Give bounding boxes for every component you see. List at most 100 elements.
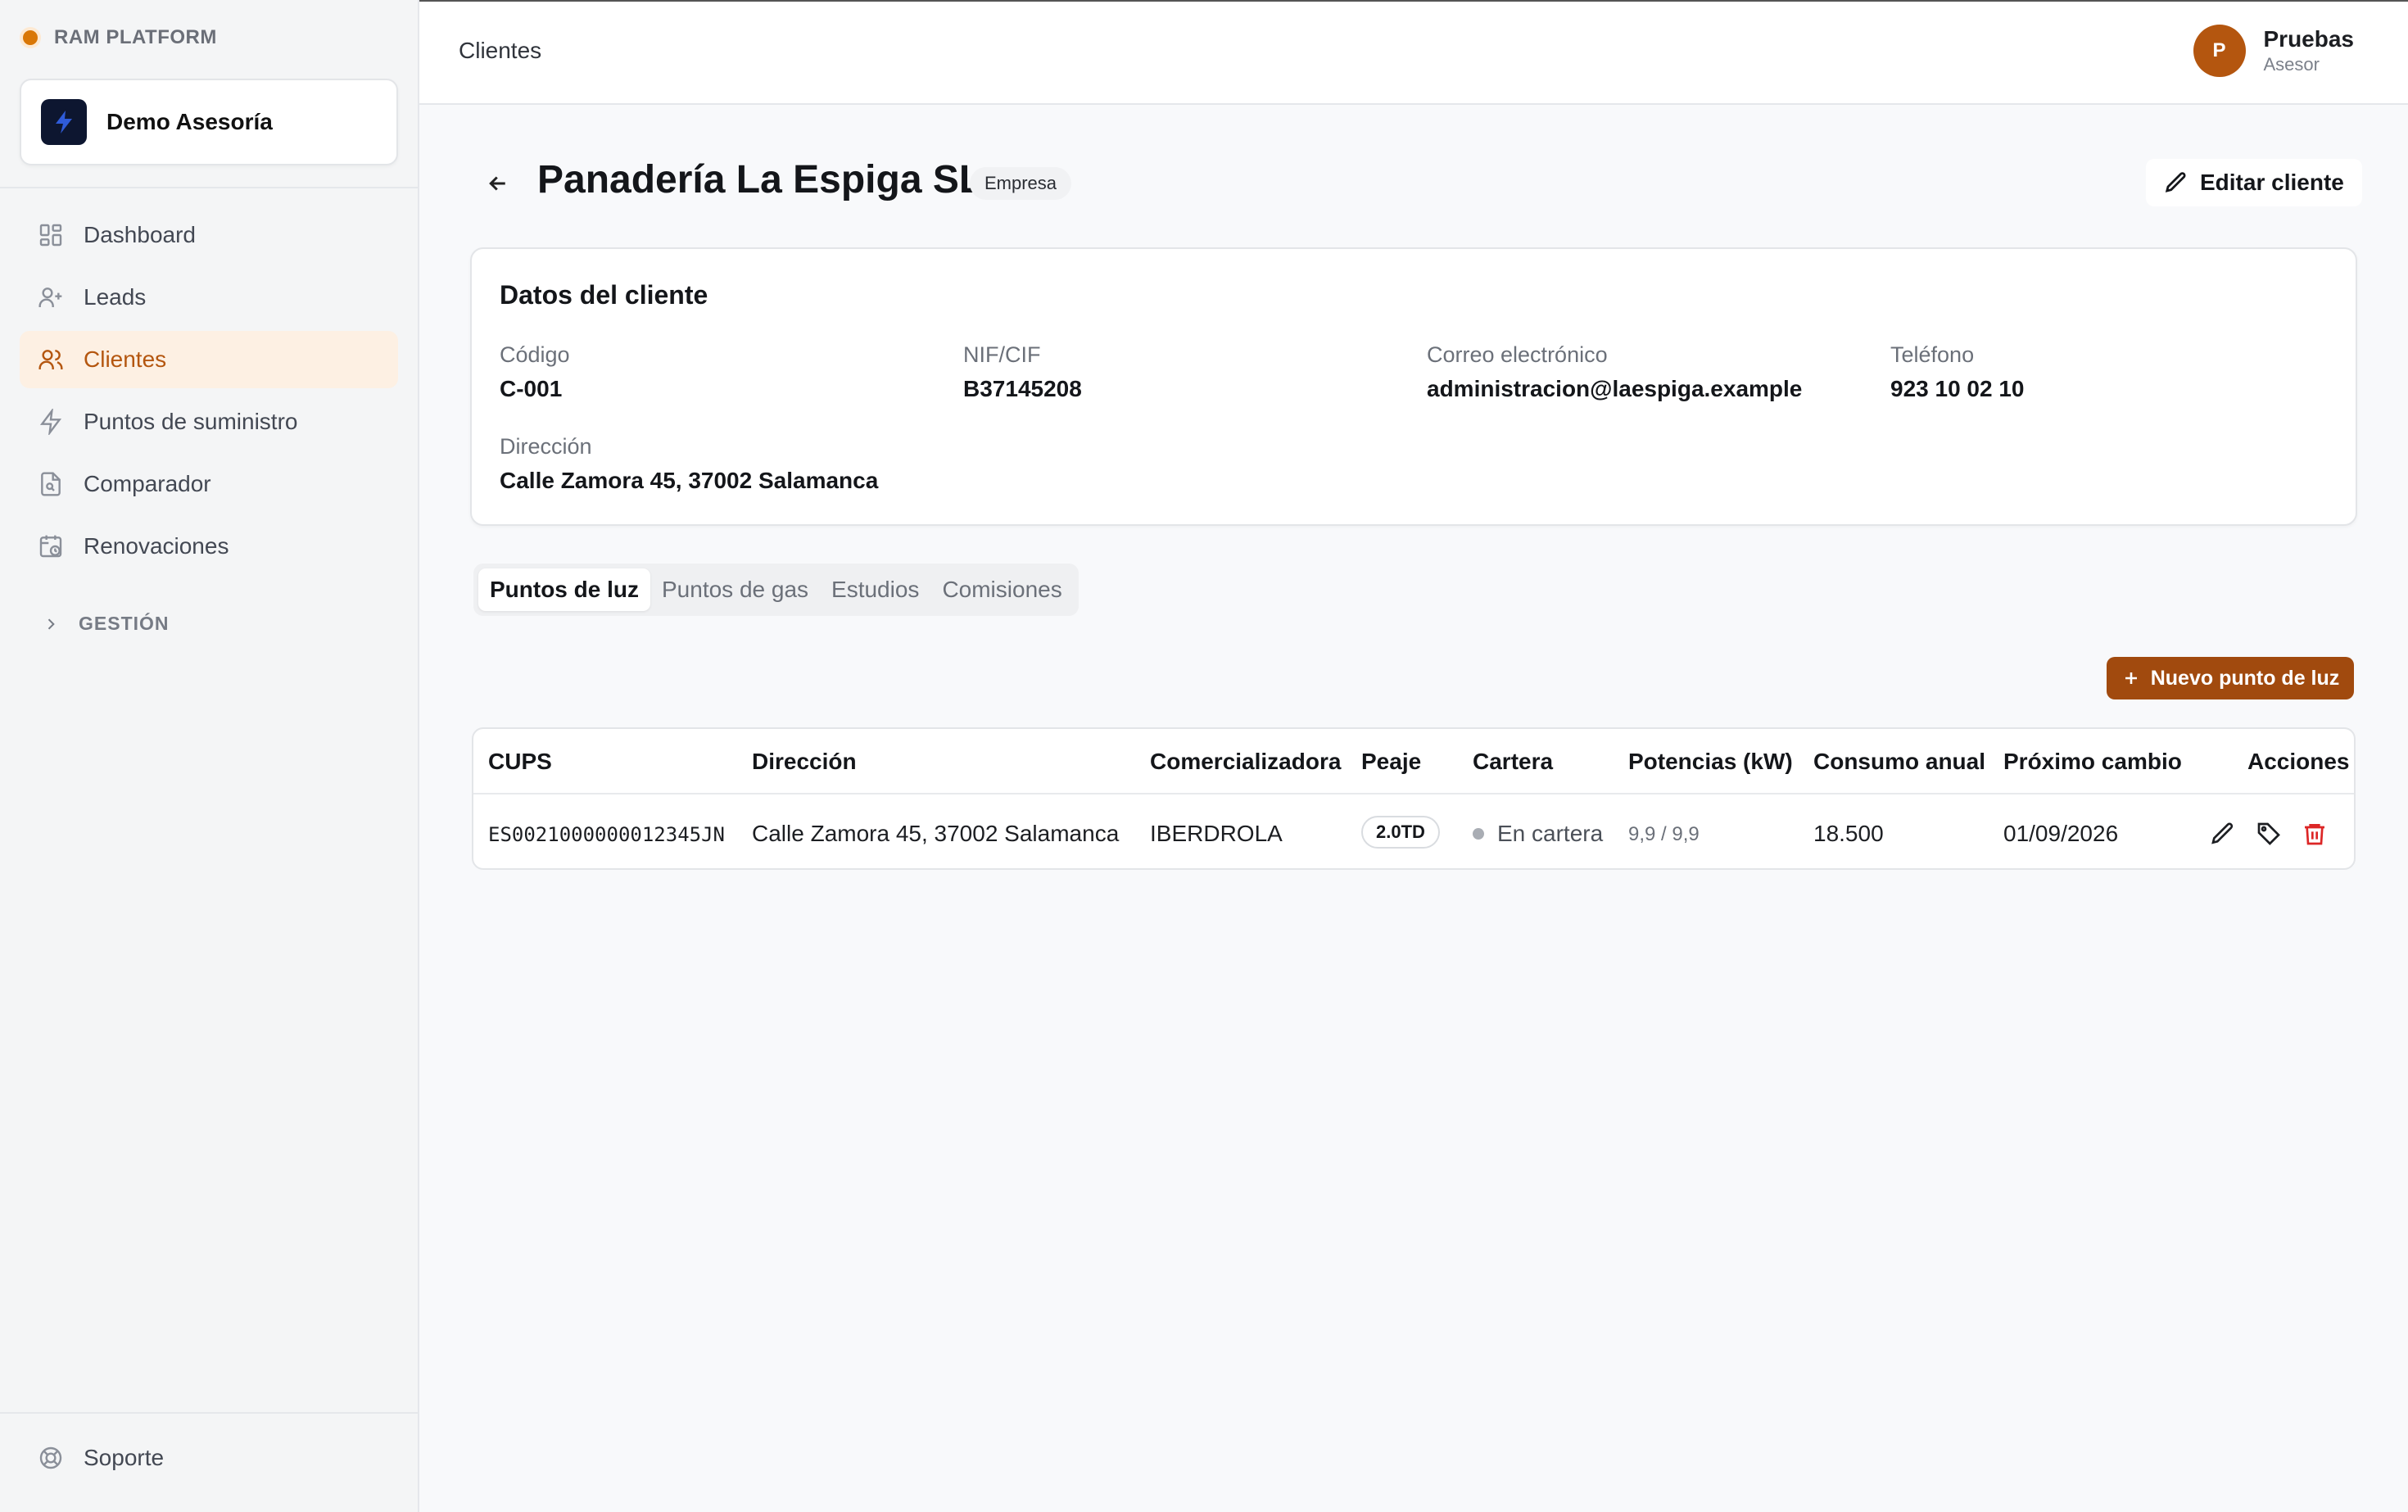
tag-icon [2257,822,2280,845]
dashboard-icon [39,224,62,247]
nav-group-gestion[interactable]: GESTIÓN [43,613,170,635]
breadcrumb[interactable]: Clientes [459,38,541,64]
field-telefono: Teléfono 923 10 02 10 [1890,342,2025,402]
tab-puntos-de-gas[interactable]: Puntos de gas [650,568,820,611]
sidebar-item-label: Leads [84,284,147,310]
client-type-badge: Empresa [970,167,1072,200]
field-codigo: Código C-001 [500,342,570,402]
sidebar-item-puntos-de-suministro[interactable]: Puntos de suministro [20,393,398,450]
column-header-direccion[interactable]: Dirección [752,749,857,775]
field-direccion: Dirección Calle Zamora 45, 37002 Salaman… [500,434,878,494]
field-value: administracion@laespiga.example [1427,376,1803,401]
cell-powers: 9,9 / 9,9 [1628,823,1700,845]
cell-address: Calle Zamora 45, 37002 Salamanca [752,821,1120,846]
edit-row-button[interactable] [2208,819,2238,849]
user-menu[interactable]: P Pruebas Asesor [2193,25,2355,77]
arrow-left-icon [489,176,505,191]
trash-icon [2305,824,2324,845]
supply-points-table: CUPS Dirección Comercializadora Peaje Ca… [472,727,2356,870]
sidebar-item-renovaciones[interactable]: Renovaciones [20,518,398,575]
plus-icon [2125,672,2137,684]
toll-badge: 2.0TD [1361,816,1440,849]
sidebar-item-comparador[interactable]: Comparador [20,455,398,513]
table-header: CUPS Dirección Comercializadora Peaje Ca… [473,729,2354,794]
lifebuoy-icon [39,1446,62,1469]
sidebar-footer-divider [0,1412,418,1414]
table-row[interactable]: ES0021000000012345JN Calle Zamora 45, 37… [473,796,2354,868]
field-label: Dirección [500,434,592,459]
calendar-clock-icon [39,535,62,558]
portfolio-status: En cartera [1473,821,1603,847]
column-header-comercializadora[interactable]: Comercializadora [1150,749,1341,775]
user-plus-icon [38,287,62,307]
users-icon [38,350,63,369]
sidebar-item-label: Clientes [84,346,167,372]
field-label: NIF/CIF [963,342,1041,367]
cell-cups: ES0021000000012345JN [488,823,725,846]
support-link[interactable]: Soporte [38,1445,164,1471]
tag-row-button[interactable] [2254,819,2284,849]
field-value: 923 10 02 10 [1890,376,2025,401]
field-label: Correo electrónico [1427,342,1608,367]
brand-name: RAM PLATFORM [54,26,217,48]
avatar: P [2193,25,2246,77]
new-light-point-button[interactable]: Nuevo punto de luz [2107,657,2354,699]
nav-group-label: GESTIÓN [79,613,170,634]
cell-next-change: 01/09/2026 [2003,821,2119,846]
field-value: Calle Zamora 45, 37002 Salamanca [500,468,879,493]
cell-annual-consumption: 18.500 [1813,821,1884,846]
new-point-label: Nuevo punto de luz [2150,666,2340,690]
workspace-name: Demo Asesoría [106,109,273,134]
column-header-cartera[interactable]: Cartera [1473,749,1553,775]
lightning-icon [39,409,62,435]
edit-client-button[interactable]: Editar cliente [2146,159,2362,206]
column-header-peaje[interactable]: Peaje [1361,749,1421,775]
status-dot-icon [1473,828,1484,840]
tab-puntos-de-luz[interactable]: Puntos de luz [478,568,650,611]
tab-comisiones[interactable]: Comisiones [930,568,1073,611]
column-header-acciones: Acciones [2247,749,2350,774]
brand-dot-icon [23,30,38,45]
sidebar-nav: Dashboard Leads Clientes Puntos de sumin… [20,206,398,580]
tab-list: Puntos de luz Puntos de gas Estudios Com… [473,564,1079,616]
workspace-logo-icon [41,99,87,145]
column-header-consumo[interactable]: Consumo anual [1813,749,1985,775]
sidebar-item-clientes[interactable]: Clientes [20,331,398,388]
sidebar-item-leads[interactable]: Leads [20,269,398,326]
sidebar-item-label: Renovaciones [84,533,229,559]
sidebar: RAM PLATFORM Demo Asesoría Dashboard Lea… [0,0,419,1512]
pencil-icon [2165,172,2186,192]
edit-client-label: Editar cliente [2200,170,2344,195]
field-value: B37145208 [963,376,1082,401]
column-header-potencias[interactable]: Potencias (kW) [1628,749,1793,775]
user-role: Asesor [2263,54,2320,75]
workspace-switcher[interactable]: Demo Asesoría [20,79,398,165]
top-bar: Clientes P Pruebas Asesor [419,0,2408,105]
tab-estudios[interactable]: Estudios [820,568,930,611]
page-title: Panadería La Espiga SL [537,158,984,201]
sidebar-item-label: Comparador [84,471,211,496]
column-header-cups[interactable]: CUPS [488,749,552,775]
field-label: Teléfono [1890,342,1975,367]
sidebar-item-label: Dashboard [84,222,196,247]
column-header-proximo-cambio[interactable]: Próximo cambio [2003,749,2182,775]
brand: RAM PLATFORM [23,26,217,49]
support-label: Soporte [84,1445,165,1470]
pencil-icon [2211,822,2234,844]
back-button[interactable] [480,165,516,201]
sidebar-divider [0,187,418,188]
field-value: C-001 [500,376,563,401]
field-nif: NIF/CIF B37145208 [963,342,1082,402]
cell-retailer: IBERDROLA [1150,821,1283,846]
status-label: En cartera [1497,821,1604,846]
chevron-right-icon [48,618,55,630]
user-name: Pruebas [2263,26,2355,52]
file-search-icon [41,472,61,496]
card-title: Datos del cliente [500,280,708,310]
field-email: Correo electrónico administracion@laespi… [1427,342,1802,402]
delete-row-button[interactable] [2300,819,2329,849]
field-label: Código [500,342,570,367]
client-details-card: Datos del cliente Código C-001 NIF/CIF B… [470,247,2357,526]
sidebar-item-dashboard[interactable]: Dashboard [20,206,398,264]
sidebar-item-label: Puntos de suministro [84,409,298,434]
